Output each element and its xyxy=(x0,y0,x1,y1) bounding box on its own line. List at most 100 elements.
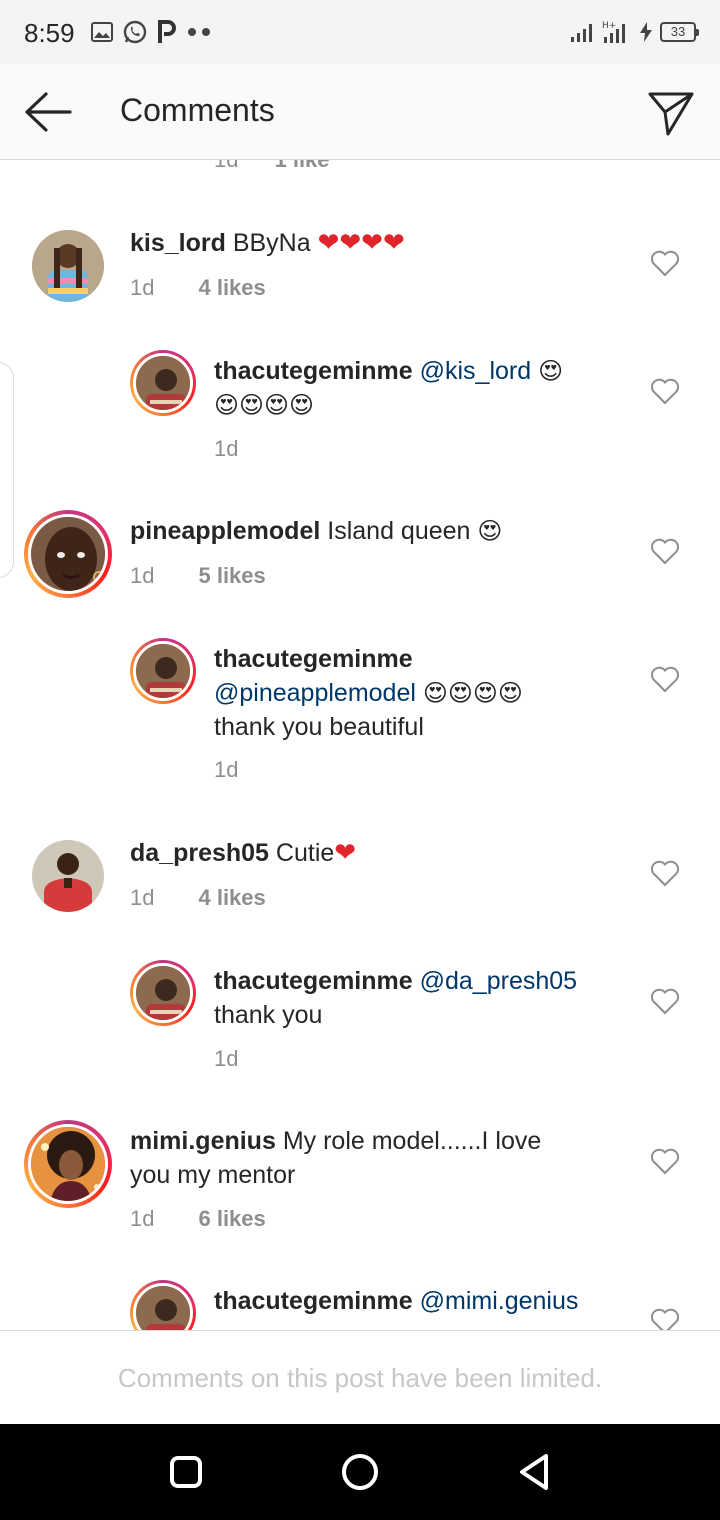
more-dots-icon xyxy=(188,28,210,36)
comment-time: 1d xyxy=(214,1046,239,1071)
comment-item: pineapplemodel Island queen 😍 1d 5 likes xyxy=(0,500,720,630)
comment-likes[interactable]: 5 likes xyxy=(198,563,265,588)
avatar-story-ring[interactable] xyxy=(24,1120,112,1208)
comment-username[interactable]: kis_lord xyxy=(130,229,226,257)
comment-text: kis_lord BByNa ❤❤❤❤ xyxy=(130,226,630,260)
reply-item: thacutegeminme @mimi.genius xyxy=(0,1270,720,1330)
comment-mention[interactable]: @pineapplemodel xyxy=(214,679,416,707)
comment-text: mimi.genius My role model......I love yo… xyxy=(130,1124,630,1192)
comment-likes[interactable]: 4 likes xyxy=(198,885,265,910)
comment-username[interactable]: thacutegeminme xyxy=(214,967,413,995)
comment-body: you my mentor xyxy=(130,1161,296,1189)
comment-time: 1d xyxy=(130,275,155,300)
comment-mention[interactable]: @da_presh05 xyxy=(420,967,577,995)
avatar xyxy=(133,1283,193,1330)
side-panel-handle[interactable] xyxy=(0,362,14,578)
comment-username[interactable]: thacutegeminme xyxy=(214,645,413,673)
comment-username[interactable]: pineapplemodel xyxy=(130,517,320,545)
comment-body: Island queen xyxy=(327,517,471,545)
reply-item: thacutegeminme @da_presh05 thank you 1d xyxy=(0,950,720,1080)
system-nav-bar xyxy=(0,1424,720,1520)
home-circle-icon[interactable] xyxy=(340,1450,380,1494)
avatar xyxy=(133,641,193,701)
avatar[interactable] xyxy=(32,840,104,912)
avatar-story-ring[interactable] xyxy=(130,1280,196,1330)
avatar xyxy=(133,963,193,1023)
comment-text: da_presh05 Cutie❤ xyxy=(130,836,630,870)
comment-text: thacutegeminme @mimi.genius xyxy=(214,1284,634,1318)
comment-emoji: ❤ xyxy=(334,838,357,868)
svg-text:H+: H+ xyxy=(602,21,616,31)
avatar-story-ring[interactable] xyxy=(130,350,196,416)
status-time: 8:59 xyxy=(24,18,75,48)
comment-meta: 1d xyxy=(214,757,238,783)
comment-emoji: 😍😍😍😍 xyxy=(422,679,523,707)
heart-icon[interactable] xyxy=(650,249,680,277)
heart-icon[interactable] xyxy=(650,377,680,405)
comment-emoji: ❤❤❤❤ xyxy=(317,228,405,258)
arrow-left-icon[interactable] xyxy=(22,90,74,134)
comment-meta: 1d xyxy=(214,436,238,462)
comment-body: BByNa xyxy=(232,229,311,257)
comment-likes[interactable]: 4 likes xyxy=(198,275,265,300)
reply-item: thacutegeminme @kis_lord 😍 😍😍😍😍 1d xyxy=(0,340,720,470)
status-left-icons xyxy=(90,16,214,48)
comment-emoji: 😍 xyxy=(477,517,503,545)
whatsapp-icon xyxy=(123,20,147,44)
comment-meta: 1d 6 likes xyxy=(130,1206,266,1232)
comment-meta: 1d 4 likes xyxy=(130,275,266,301)
heart-icon[interactable] xyxy=(650,1307,680,1330)
comment-username[interactable]: da_presh05 xyxy=(130,839,269,867)
comment-text: thacutegeminme @pineapplemodel 😍😍😍😍 than… xyxy=(214,642,634,744)
avatar[interactable] xyxy=(32,230,104,302)
comment-meta: 1d 5 likes xyxy=(130,563,266,589)
send-icon[interactable] xyxy=(646,88,696,138)
charging-icon xyxy=(640,22,652,42)
comment-mention[interactable]: @mimi.genius xyxy=(420,1287,579,1315)
p-icon xyxy=(158,20,176,43)
heart-icon[interactable] xyxy=(650,1147,680,1175)
heart-icon[interactable] xyxy=(650,987,680,1015)
comment-text: thacutegeminme @da_presh05 thank you xyxy=(214,964,634,1032)
comments-limited-text: Comments on this post have been limited. xyxy=(117,1363,603,1393)
recents-square-icon[interactable] xyxy=(168,1450,204,1494)
comment-body: My role model......I love xyxy=(282,1127,542,1155)
comments-limited-bar: Comments on this post have been limited. xyxy=(0,1330,720,1424)
comment-time: 1d xyxy=(130,563,155,588)
gallery-icon xyxy=(91,22,113,42)
heart-icon[interactable] xyxy=(650,859,680,887)
status-right-icons: H+ 33 xyxy=(570,16,699,48)
avatar-story-ring[interactable] xyxy=(130,638,196,704)
comments-list: 1d1 like kis_lord BByNa ❤❤❤❤ 1d4 likes t… xyxy=(0,160,720,1330)
comment-item: da_presh05 Cutie❤ 1d 4 likes xyxy=(0,830,720,940)
reply-item: thacutegeminme @pineapplemodel 😍😍😍😍 than… xyxy=(0,628,720,788)
comment-body: Cutie xyxy=(275,839,335,867)
avatar xyxy=(133,353,193,413)
comment-meta: 1d xyxy=(214,1046,238,1072)
comment-time: 1d xyxy=(214,757,239,782)
comment-mention[interactable]: @kis_lord xyxy=(420,357,532,385)
avatar-story-ring[interactable] xyxy=(130,960,196,1026)
avatar xyxy=(28,1124,108,1204)
heart-icon[interactable] xyxy=(650,537,680,565)
comment-item: kis_lord BByNa ❤❤❤❤ 1d 4 likes xyxy=(0,160,720,320)
comment-text: thacutegeminme @kis_lord 😍 😍😍😍😍 xyxy=(214,354,614,422)
comment-username[interactable]: thacutegeminme xyxy=(214,357,413,385)
status-bar: 8:59 H+ 33 xyxy=(0,0,720,64)
header: Comments xyxy=(0,64,720,160)
comment-username[interactable]: mimi.genius xyxy=(130,1127,276,1155)
back-triangle-icon[interactable] xyxy=(516,1450,552,1494)
heart-icon[interactable] xyxy=(650,665,680,693)
comment-username[interactable]: thacutegeminme xyxy=(214,1287,413,1315)
avatar-story-ring[interactable] xyxy=(24,510,112,598)
avatar xyxy=(28,514,108,594)
comment-time: 1d xyxy=(214,436,239,461)
comment-likes[interactable]: 6 likes xyxy=(198,1206,265,1231)
comment-text: pineapplemodel Island queen 😍 xyxy=(130,514,630,548)
battery-icon: 33 xyxy=(660,22,699,42)
page-title: Comments xyxy=(120,92,275,128)
comment-body: thank you xyxy=(214,1001,323,1029)
comment-body: thank you beautiful xyxy=(214,713,424,741)
comment-time: 1d xyxy=(130,1206,155,1231)
hplus-signal-icon: H+ xyxy=(602,21,625,43)
